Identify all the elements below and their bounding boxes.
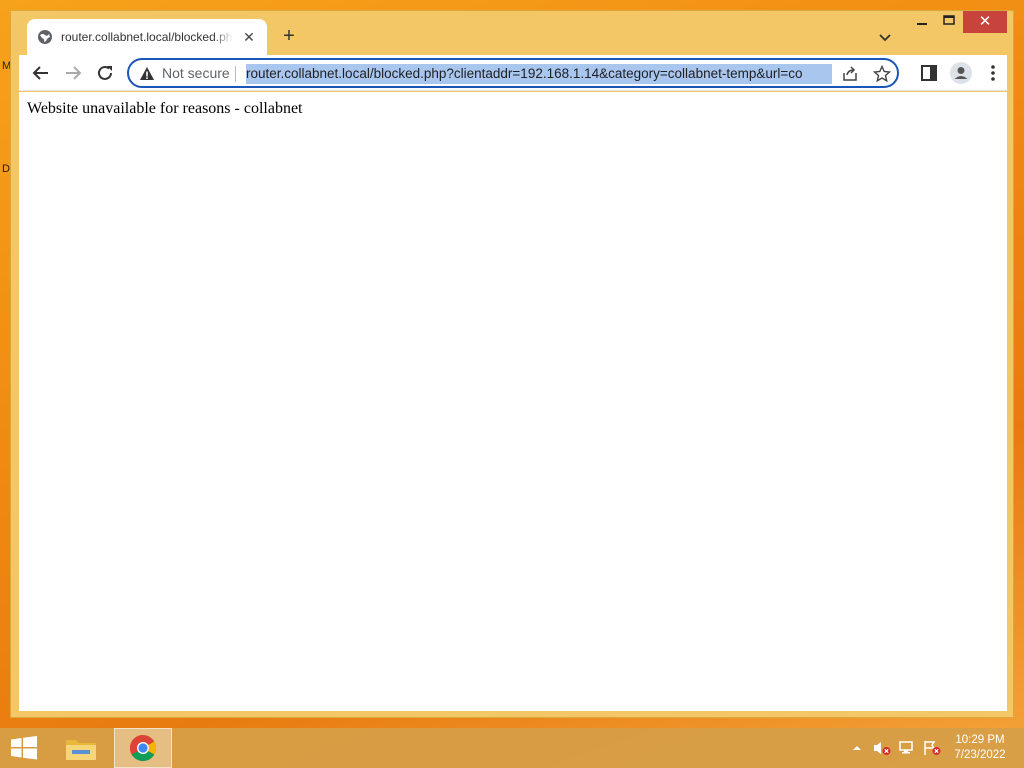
show-hidden-icons-chevron-icon[interactable] bbox=[850, 740, 864, 756]
volume-muted-icon[interactable] bbox=[872, 740, 892, 756]
maximize-button[interactable] bbox=[935, 11, 963, 33]
address-bar[interactable]: Not secure router.collabnet.local/blocke… bbox=[127, 58, 899, 88]
new-tab-button[interactable]: + bbox=[277, 25, 301, 49]
browser-window: router.collabnet.local/blocked.php ✕ + ✕ bbox=[10, 10, 1014, 718]
tab-close-icon[interactable]: ✕ bbox=[241, 29, 257, 46]
clock-time: 10:29 PM bbox=[955, 734, 1005, 746]
network-icon[interactable] bbox=[898, 740, 918, 756]
close-icon: ✕ bbox=[978, 13, 992, 30]
page-content: Website unavailable for reasons - collab… bbox=[19, 92, 1007, 711]
browser-toolbar: Not secure router.collabnet.local/blocke… bbox=[19, 55, 1007, 91]
chrome-icon bbox=[129, 734, 157, 762]
chrome-taskbar-button[interactable] bbox=[114, 728, 172, 768]
minimize-icon bbox=[917, 23, 927, 25]
action-center-flag-icon[interactable] bbox=[922, 740, 942, 756]
url-text[interactable]: router.collabnet.local/blocked.php?clien… bbox=[246, 64, 832, 84]
profile-avatar-icon[interactable] bbox=[949, 61, 973, 85]
file-explorer-taskbar-button[interactable] bbox=[52, 728, 110, 768]
tab-search-chevron-icon[interactable] bbox=[875, 27, 895, 47]
share-icon[interactable] bbox=[841, 65, 859, 83]
desktop-icon-label: D bbox=[2, 163, 10, 175]
blocked-message: Website unavailable for reasons - collab… bbox=[27, 100, 303, 117]
clock-date: 7/23/2022 bbox=[954, 749, 1006, 761]
globe-icon bbox=[38, 30, 52, 44]
back-arrow-icon[interactable] bbox=[29, 61, 53, 85]
folder-icon bbox=[66, 740, 96, 760]
warning-triangle-icon[interactable] bbox=[139, 66, 155, 82]
tab-strip: router.collabnet.local/blocked.php ✕ + ✕ bbox=[11, 11, 1013, 55]
browser-tab[interactable]: router.collabnet.local/blocked.php ✕ bbox=[27, 19, 267, 55]
windows-start-icon[interactable] bbox=[10, 736, 38, 760]
omnibox-divider bbox=[235, 66, 236, 82]
taskbar: 10:29 PM 7/23/2022 bbox=[0, 728, 1024, 768]
taskbar-clock[interactable]: 10:29 PM 7/23/2022 bbox=[940, 733, 1020, 763]
close-window-button[interactable]: ✕ bbox=[963, 11, 1007, 33]
side-panel-icon[interactable] bbox=[917, 61, 941, 85]
forward-arrow-icon[interactable] bbox=[61, 61, 85, 85]
minimize-button[interactable] bbox=[909, 11, 935, 33]
bookmark-star-icon[interactable] bbox=[873, 65, 891, 83]
maximize-icon bbox=[943, 15, 955, 25]
security-status-label[interactable]: Not secure bbox=[162, 65, 230, 81]
more-menu-icon[interactable] bbox=[981, 61, 1005, 85]
tab-title: router.collabnet.local/blocked.php bbox=[61, 30, 233, 44]
reload-icon[interactable] bbox=[93, 61, 117, 85]
